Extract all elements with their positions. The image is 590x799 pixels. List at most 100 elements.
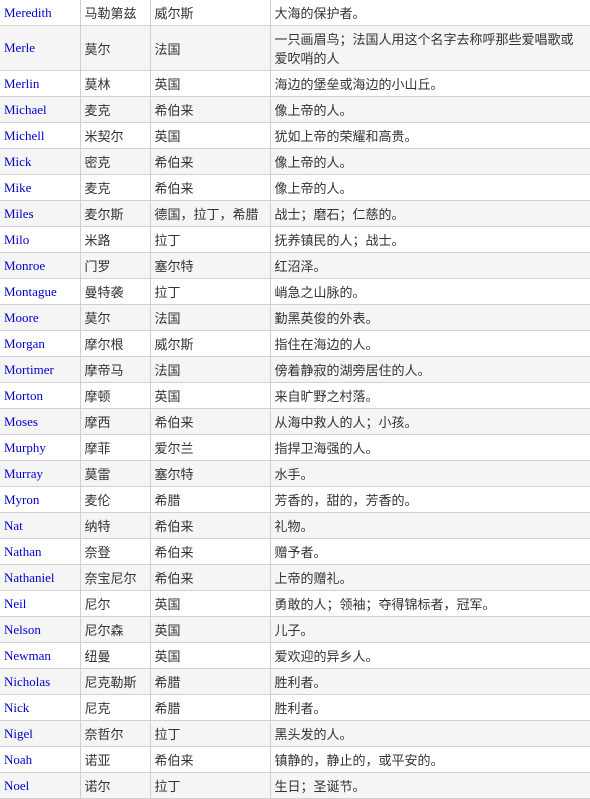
name-cell[interactable]: Newman bbox=[0, 643, 80, 669]
chinese-cell: 曼特袭 bbox=[80, 279, 150, 305]
name-cell[interactable]: Neil bbox=[0, 591, 80, 617]
origin-cell: 威尔斯 bbox=[150, 331, 270, 357]
name-cell[interactable]: Michell bbox=[0, 123, 80, 149]
name-cell[interactable]: Noah bbox=[0, 747, 80, 773]
meaning-cell: 像上帝的人。 bbox=[270, 97, 590, 123]
name-cell[interactable]: Nathan bbox=[0, 539, 80, 565]
table-row: Moses摩西希伯来从海中救人的人；小孩。 bbox=[0, 409, 590, 435]
origin-cell: 塞尔特 bbox=[150, 253, 270, 279]
name-cell[interactable]: Montague bbox=[0, 279, 80, 305]
meaning-cell: 胜利者。 bbox=[270, 669, 590, 695]
name-cell[interactable]: Nick bbox=[0, 695, 80, 721]
origin-cell: 法国 bbox=[150, 26, 270, 71]
name-cell[interactable]: Merlin bbox=[0, 71, 80, 97]
meaning-cell: 抚养镇民的人；战士。 bbox=[270, 227, 590, 253]
origin-cell: 英国 bbox=[150, 591, 270, 617]
table-row: Nelson尼尔森英国儿子。 bbox=[0, 617, 590, 643]
chinese-cell: 纽曼 bbox=[80, 643, 150, 669]
name-cell[interactable]: Mick bbox=[0, 149, 80, 175]
origin-cell: 英国 bbox=[150, 123, 270, 149]
table-row: Merlin莫林英国海边的堡垒或海边的小山丘。 bbox=[0, 71, 590, 97]
origin-cell: 希腊 bbox=[150, 695, 270, 721]
table-row: Milo米路拉丁抚养镇民的人；战士。 bbox=[0, 227, 590, 253]
name-cell[interactable]: Miles bbox=[0, 201, 80, 227]
chinese-cell: 马勒第兹 bbox=[80, 0, 150, 26]
meaning-cell: 海边的堡垒或海边的小山丘。 bbox=[270, 71, 590, 97]
chinese-cell: 奈哲尔 bbox=[80, 721, 150, 747]
origin-cell: 拉丁 bbox=[150, 279, 270, 305]
table-row: Neil尼尔英国勇敢的人；领袖；夺得锦标者，冠军。 bbox=[0, 591, 590, 617]
name-cell[interactable]: Nelson bbox=[0, 617, 80, 643]
name-cell[interactable]: Mortimer bbox=[0, 357, 80, 383]
name-cell[interactable]: Merle bbox=[0, 26, 80, 71]
name-cell[interactable]: Morton bbox=[0, 383, 80, 409]
origin-cell: 希伯来 bbox=[150, 747, 270, 773]
origin-cell: 拉丁 bbox=[150, 721, 270, 747]
chinese-cell: 密克 bbox=[80, 149, 150, 175]
origin-cell: 希伯来 bbox=[150, 97, 270, 123]
name-cell[interactable]: Moore bbox=[0, 305, 80, 331]
name-cell[interactable]: Nathaniel bbox=[0, 565, 80, 591]
table-row: Murray莫雷塞尔特水手。 bbox=[0, 461, 590, 487]
chinese-cell: 米路 bbox=[80, 227, 150, 253]
origin-cell: 法国 bbox=[150, 357, 270, 383]
chinese-cell: 尼尔森 bbox=[80, 617, 150, 643]
table-row: Mike麦克希伯来像上帝的人。 bbox=[0, 175, 590, 201]
origin-cell: 希伯来 bbox=[150, 539, 270, 565]
chinese-cell: 诺尔 bbox=[80, 773, 150, 799]
table-row: Meredith马勒第兹威尔斯大海的保护者。 bbox=[0, 0, 590, 26]
meaning-cell: 像上帝的人。 bbox=[270, 149, 590, 175]
meaning-cell: 指捍卫海强的人。 bbox=[270, 435, 590, 461]
chinese-cell: 诺亚 bbox=[80, 747, 150, 773]
table-row: Michell米契尔英国犹如上帝的荣耀和高贵。 bbox=[0, 123, 590, 149]
meaning-cell: 战士；磨石；仁慈的。 bbox=[270, 201, 590, 227]
chinese-cell: 摩尔根 bbox=[80, 331, 150, 357]
table-row: Mortimer摩帝马法国傍着静寂的湖旁居住的人。 bbox=[0, 357, 590, 383]
chinese-cell: 摩顿 bbox=[80, 383, 150, 409]
table-row: Moore莫尔法国勤黑英俊的外表。 bbox=[0, 305, 590, 331]
meaning-cell: 水手。 bbox=[270, 461, 590, 487]
name-cell[interactable]: Nicholas bbox=[0, 669, 80, 695]
name-cell[interactable]: Nigel bbox=[0, 721, 80, 747]
names-table: Meredith马勒第兹威尔斯大海的保护者。Merle莫尔法国一只画眉鸟；法国人… bbox=[0, 0, 590, 799]
table-row: Nathan奈登希伯来赠予者。 bbox=[0, 539, 590, 565]
chinese-cell: 麦克 bbox=[80, 97, 150, 123]
name-cell[interactable]: Noel bbox=[0, 773, 80, 799]
table-row: Morgan摩尔根威尔斯指住在海边的人。 bbox=[0, 331, 590, 357]
name-cell[interactable]: Milo bbox=[0, 227, 80, 253]
name-cell[interactable]: Moses bbox=[0, 409, 80, 435]
origin-cell: 爱尔兰 bbox=[150, 435, 270, 461]
origin-cell: 威尔斯 bbox=[150, 0, 270, 26]
table-row: Michael麦克希伯来像上帝的人。 bbox=[0, 97, 590, 123]
origin-cell: 拉丁 bbox=[150, 227, 270, 253]
table-row: Nicholas尼克勒斯希腊胜利者。 bbox=[0, 669, 590, 695]
origin-cell: 塞尔特 bbox=[150, 461, 270, 487]
meaning-cell: 镇静的，静止的，或平安的。 bbox=[270, 747, 590, 773]
chinese-cell: 麦克 bbox=[80, 175, 150, 201]
origin-cell: 希伯来 bbox=[150, 409, 270, 435]
name-cell[interactable]: Murray bbox=[0, 461, 80, 487]
name-cell[interactable]: Morgan bbox=[0, 331, 80, 357]
name-cell[interactable]: Mike bbox=[0, 175, 80, 201]
meaning-cell: 上帝的赠礼。 bbox=[270, 565, 590, 591]
name-cell[interactable]: Murphy bbox=[0, 435, 80, 461]
origin-cell: 英国 bbox=[150, 617, 270, 643]
meaning-cell: 勤黑英俊的外表。 bbox=[270, 305, 590, 331]
name-cell[interactable]: Myron bbox=[0, 487, 80, 513]
origin-cell: 希伯来 bbox=[150, 565, 270, 591]
meaning-cell: 勇敢的人；领袖；夺得锦标者，冠军。 bbox=[270, 591, 590, 617]
name-cell[interactable]: Nat bbox=[0, 513, 80, 539]
table-row: Nathaniel奈宝尼尔希伯来上帝的赠礼。 bbox=[0, 565, 590, 591]
name-cell[interactable]: Monroe bbox=[0, 253, 80, 279]
chinese-cell: 尼尔 bbox=[80, 591, 150, 617]
table-row: Montague曼特袭拉丁峭急之山脉的。 bbox=[0, 279, 590, 305]
origin-cell: 德国，拉丁，希腊 bbox=[150, 201, 270, 227]
name-cell[interactable]: Meredith bbox=[0, 0, 80, 26]
chinese-cell: 莫尔 bbox=[80, 26, 150, 71]
name-cell[interactable]: Michael bbox=[0, 97, 80, 123]
meaning-cell: 指住在海边的人。 bbox=[270, 331, 590, 357]
table-row: Merle莫尔法国一只画眉鸟；法国人用这个名字去称呼那些爱唱歌或爱吹哨的人 bbox=[0, 26, 590, 71]
meaning-cell: 来自旷野之村落。 bbox=[270, 383, 590, 409]
chinese-cell: 摩菲 bbox=[80, 435, 150, 461]
chinese-cell: 奈登 bbox=[80, 539, 150, 565]
